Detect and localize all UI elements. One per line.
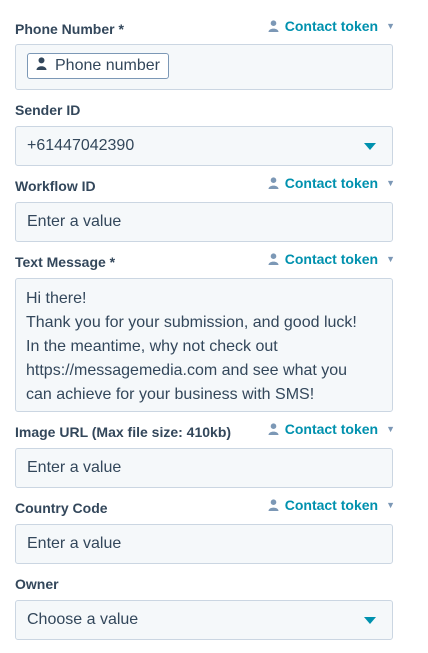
image-url-contact-token-button[interactable]: Contact token ▼ (268, 421, 395, 437)
caret-down-icon: ▼ (386, 500, 395, 510)
image-url-input[interactable]: Enter a value (15, 448, 393, 488)
phone-number-label: Phone Number * (15, 21, 124, 37)
workflow-id-input[interactable]: Enter a value (15, 202, 393, 242)
phone-number-field[interactable]: Phone number (15, 44, 393, 90)
chip-label: Phone number (55, 57, 160, 74)
contact-token-label: Contact token (284, 421, 379, 437)
contact-token-label: Contact token (284, 497, 379, 513)
owner-placeholder: Choose a value (27, 611, 139, 628)
caret-down-icon: ▼ (386, 178, 395, 188)
image-url-label: Image URL (Max file size: 410kb) (15, 424, 232, 440)
text-message-textarea[interactable]: Hi there! Thank you for your submission,… (15, 278, 393, 412)
country-code-placeholder: Enter a value (27, 535, 122, 552)
text-message-value: Hi there! Thank you for your submission,… (26, 290, 357, 403)
person-icon (268, 20, 279, 32)
person-icon (268, 499, 279, 511)
contact-token-label: Contact token (284, 18, 379, 34)
text-message-contact-token-button[interactable]: Contact token ▼ (268, 251, 395, 267)
workflow-id-placeholder: Enter a value (27, 213, 122, 230)
image-url-placeholder: Enter a value (27, 459, 122, 476)
text-message-label: Text Message * (15, 254, 116, 270)
phone-number-contact-token-button[interactable]: Contact token ▼ (268, 18, 395, 34)
person-icon (268, 423, 279, 435)
contact-token-label: Contact token (284, 175, 379, 191)
sender-id-label: Sender ID (15, 102, 81, 118)
workflow-id-contact-token-button[interactable]: Contact token ▼ (268, 175, 395, 191)
country-code-label: Country Code (15, 500, 108, 516)
caret-down-icon: ▼ (386, 21, 395, 31)
chevron-down-icon (364, 143, 376, 150)
owner-select[interactable]: Choose a value (15, 600, 393, 640)
caret-down-icon: ▼ (386, 254, 395, 264)
country-code-input[interactable]: Enter a value (15, 524, 393, 564)
phone-number-token-chip[interactable]: Phone number (27, 53, 169, 79)
chevron-down-icon (364, 617, 376, 624)
person-icon (36, 57, 47, 75)
owner-label: Owner (15, 576, 59, 592)
workflow-id-label: Workflow ID (15, 178, 96, 194)
contact-token-label: Contact token (284, 251, 379, 267)
person-icon (268, 253, 279, 265)
person-icon (268, 177, 279, 189)
caret-down-icon: ▼ (386, 424, 395, 434)
country-code-contact-token-button[interactable]: Contact token ▼ (268, 497, 395, 513)
sender-id-select[interactable]: +61447042390 (15, 126, 393, 166)
sender-id-value: +61447042390 (27, 137, 135, 154)
